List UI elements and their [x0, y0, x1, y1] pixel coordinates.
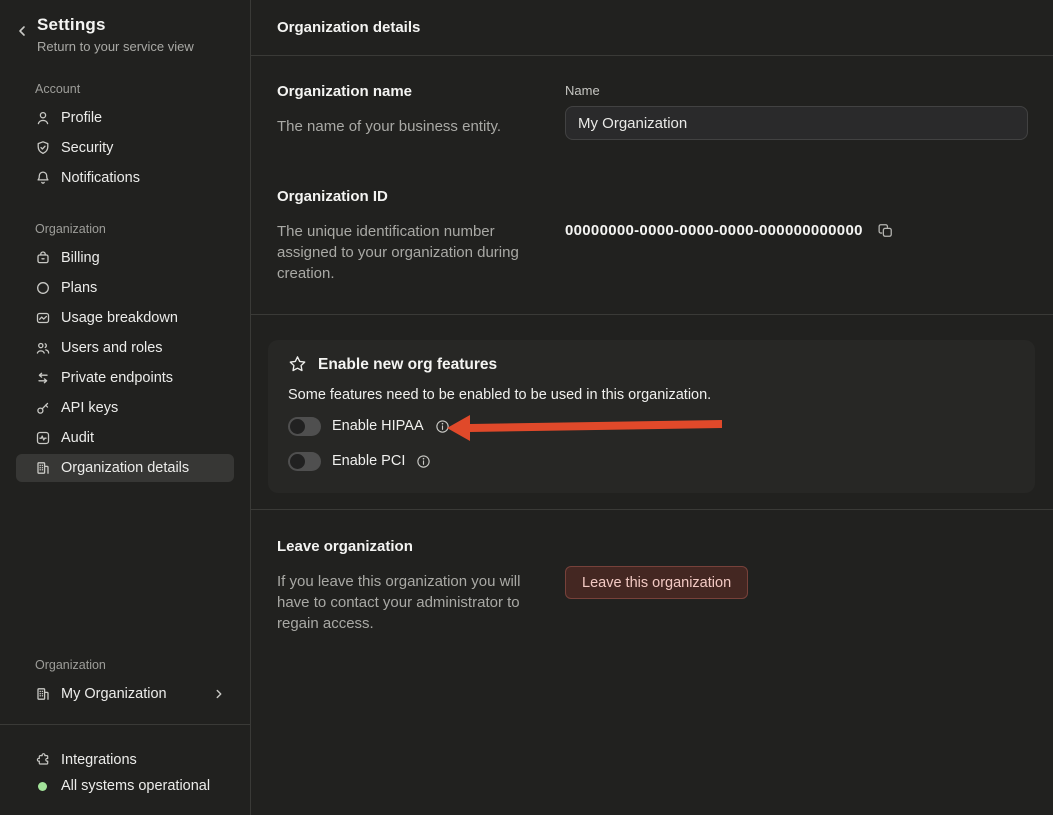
- leave-org-info: Leave organization If you leave this org…: [277, 538, 565, 634]
- pci-info-icon[interactable]: [416, 454, 431, 469]
- sidebar-item-label: Audit: [61, 430, 94, 446]
- sidebar-item-plans[interactable]: Plans: [16, 274, 234, 302]
- pci-toggle-label: Enable PCI: [332, 453, 405, 469]
- sidebar-item-billing[interactable]: Billing: [16, 244, 234, 272]
- enable-pci-toggle[interactable]: [288, 452, 321, 471]
- chart-wave-icon: [35, 310, 51, 326]
- sidebar-item-label: Security: [61, 140, 113, 156]
- section-divider: [251, 509, 1053, 510]
- back-chevron-icon[interactable]: [14, 15, 30, 54]
- leave-org-action: Leave this organization: [565, 538, 1028, 634]
- org-switcher-label: My Organization: [61, 686, 202, 702]
- sidebar-item-label: Profile: [61, 110, 102, 126]
- sidebar-footer: Integrations All systems operational: [0, 724, 250, 815]
- hipaa-toggle-label: Enable HIPAA: [332, 418, 424, 434]
- org-name-section: Organization name The name of your busin…: [251, 83, 1053, 140]
- toggle-knob: [290, 454, 305, 469]
- sidebar-item-profile[interactable]: Profile: [16, 104, 234, 132]
- org-id-value: 00000000-0000-0000-0000-000000000000: [565, 222, 863, 239]
- chevron-right-icon: [212, 687, 226, 701]
- sidebar-item-notifications[interactable]: Notifications: [16, 164, 234, 192]
- sidebar-item-label: Billing: [61, 250, 100, 266]
- sidebar-item-users-and-roles[interactable]: Users and roles: [16, 334, 234, 362]
- hipaa-toggle-row: Enable HIPAA: [288, 414, 1015, 438]
- org-name-info: Organization name The name of your busin…: [277, 83, 565, 140]
- pulse-square-icon: [35, 430, 51, 446]
- org-id-description: The unique identification number assigne…: [277, 221, 527, 284]
- integrations-label: Integrations: [61, 752, 137, 768]
- star-icon: [288, 355, 307, 374]
- toggle-knob: [290, 419, 305, 434]
- org-id-value-block: 00000000-0000-0000-0000-000000000000: [565, 188, 1028, 284]
- status-dot-icon: [38, 782, 47, 791]
- pci-toggle-row: Enable PCI: [288, 449, 1015, 473]
- building-icon: [35, 686, 51, 702]
- org-switcher[interactable]: My Organization: [16, 680, 234, 708]
- sidebar-item-label: Usage breakdown: [61, 310, 178, 326]
- users-icon: [35, 340, 51, 356]
- sidebar-bottom: Organization My Organization Integration…: [0, 630, 250, 815]
- org-switcher-section-label: Organization: [35, 658, 231, 672]
- puzzle-icon: [35, 752, 51, 768]
- user-icon: [35, 110, 51, 126]
- copy-icon[interactable]: [877, 222, 894, 239]
- sidebar-item-label: Notifications: [61, 170, 140, 186]
- sidebar-item-api-keys[interactable]: API keys: [16, 394, 234, 422]
- sidebar-item-label: Plans: [61, 280, 97, 296]
- sidebar-item-label: API keys: [61, 400, 118, 416]
- sidebar-item-audit[interactable]: Audit: [16, 424, 234, 452]
- settings-sidebar: Settings Return to your service view Acc…: [0, 0, 251, 815]
- sidebar-subtitle: Return to your service view: [37, 39, 194, 54]
- sidebar-item-organization-details[interactable]: Organization details: [16, 454, 234, 482]
- sidebar-item-private-endpoints[interactable]: Private endpoints: [16, 364, 234, 392]
- system-status-link[interactable]: All systems operational: [16, 773, 234, 799]
- sidebar-header: Settings Return to your service view: [0, 0, 250, 54]
- section-label-organization: Organization: [35, 222, 231, 236]
- sidebar-title-block: Settings Return to your service view: [37, 15, 194, 54]
- features-card-header: Enable new org features: [288, 355, 1015, 374]
- org-name-input[interactable]: [565, 106, 1028, 140]
- features-card-heading: Enable new org features: [318, 356, 497, 374]
- leave-org-description: If you leave this organization you will …: [277, 571, 527, 634]
- sidebar-title: Settings: [37, 15, 194, 35]
- integrations-link[interactable]: Integrations: [16, 747, 234, 773]
- building-icon: [35, 460, 51, 476]
- org-id-heading: Organization ID: [277, 188, 541, 205]
- org-name-form: Name: [565, 83, 1028, 140]
- main-panel: Organization details Organization name T…: [251, 0, 1053, 815]
- section-divider: [251, 314, 1053, 315]
- shield-check-icon: [35, 140, 51, 156]
- sidebar-item-label: Users and roles: [61, 340, 163, 356]
- section-label-account: Account: [35, 82, 231, 96]
- enable-hipaa-toggle[interactable]: [288, 417, 321, 436]
- leave-org-heading: Leave organization: [277, 538, 541, 555]
- bell-icon: [35, 170, 51, 186]
- circle-icon: [35, 280, 51, 296]
- leave-organization-button[interactable]: Leave this organization: [565, 566, 748, 599]
- hipaa-info-icon[interactable]: [435, 419, 450, 434]
- org-name-heading: Organization name: [277, 83, 541, 100]
- org-id-info: Organization ID The unique identificatio…: [277, 188, 565, 284]
- features-card-description: Some features need to be enabled to be u…: [288, 387, 1015, 403]
- name-field-label: Name: [565, 83, 1028, 98]
- key-icon: [35, 400, 51, 416]
- app-window: Settings Return to your service view Acc…: [0, 0, 1053, 815]
- wallet-icon: [35, 250, 51, 266]
- status-label: All systems operational: [61, 778, 210, 794]
- features-card: Enable new org features Some features ne…: [268, 340, 1035, 493]
- sidebar-item-security[interactable]: Security: [16, 134, 234, 162]
- org-name-description: The name of your business entity.: [277, 116, 541, 137]
- sidebar-item-usage-breakdown[interactable]: Usage breakdown: [16, 304, 234, 332]
- sidebar-item-label: Private endpoints: [61, 370, 173, 386]
- page-title: Organization details: [251, 0, 1053, 56]
- org-id-section: Organization ID The unique identificatio…: [251, 188, 1053, 284]
- swap-arrows-icon: [35, 370, 51, 386]
- sidebar-item-label: Organization details: [61, 460, 189, 476]
- leave-org-section: Leave organization If you leave this org…: [251, 538, 1053, 634]
